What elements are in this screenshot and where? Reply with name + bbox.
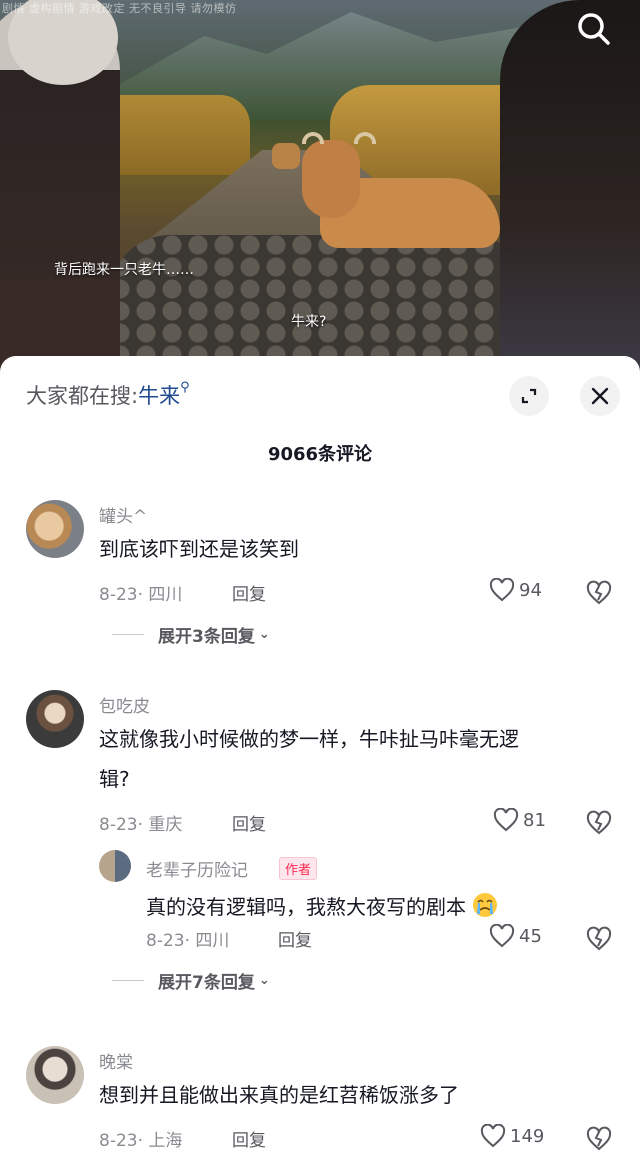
- chevron-down-icon: ⌄: [258, 973, 270, 988]
- like-button[interactable]: 149: [480, 1124, 544, 1148]
- video-subtitle: 牛来?: [291, 314, 327, 330]
- comment-text: 到底该吓到还是该笑到: [99, 537, 299, 561]
- dislike-button[interactable]: [585, 810, 613, 838]
- comment-username[interactable]: 包吃皮: [99, 692, 150, 717]
- person-figure: [500, 0, 640, 372]
- broken-heart-icon: [586, 926, 612, 951]
- close-button[interactable]: [580, 376, 620, 416]
- avatar[interactable]: [99, 850, 131, 882]
- like-count: 45: [519, 925, 542, 947]
- comment-count: 9066条评论: [267, 444, 373, 465]
- dislike-button[interactable]: [585, 1126, 613, 1154]
- dislike-button[interactable]: [585, 580, 613, 608]
- crying-face-emoji: [473, 893, 498, 917]
- heart-icon: [493, 808, 519, 832]
- trending-search-label: 大家都在搜:: [26, 384, 139, 408]
- comment-meta: 8-23· 上海: [99, 1131, 183, 1151]
- reply-button[interactable]: 回复: [232, 1126, 266, 1151]
- avatar[interactable]: [26, 1046, 84, 1104]
- comment-meta: 8-23· 重庆: [99, 815, 183, 835]
- search-icon: ⚲: [180, 380, 190, 395]
- trending-search-keyword[interactable]: 牛来: [138, 384, 180, 408]
- like-count: 81: [523, 809, 546, 831]
- comment-username[interactable]: 晚棠: [99, 1048, 133, 1073]
- dislike-button[interactable]: [585, 926, 613, 954]
- heart-icon: [489, 578, 515, 602]
- broken-heart-icon: [586, 810, 612, 835]
- expand-replies-label: 展开3条回复: [158, 627, 255, 647]
- old-man-figure: [0, 0, 120, 372]
- author-badge: 作者: [279, 857, 318, 880]
- like-count: 149: [510, 1125, 545, 1147]
- chevron-down-icon: ⌄: [258, 627, 270, 642]
- expand-button[interactable]: [509, 376, 549, 416]
- reply-button[interactable]: 回复: [278, 926, 312, 951]
- heart-icon: [489, 924, 515, 948]
- comment-text-line: 辑?: [99, 767, 130, 791]
- like-button[interactable]: 81: [493, 808, 546, 832]
- reply-button[interactable]: 回复: [232, 810, 266, 835]
- comment-text: 想到并且能做出来真的是红苕稀饭涨多了: [99, 1083, 459, 1107]
- like-count: 94: [519, 579, 542, 601]
- reply-text-content: 真的没有逻辑吗，我熬大夜写的剧本: [146, 895, 466, 919]
- turtle-shells: [110, 235, 530, 372]
- close-icon: [591, 387, 609, 405]
- expand-replies-label: 展开7条回复: [158, 973, 255, 993]
- reply-button[interactable]: 回复: [232, 580, 266, 605]
- search-button[interactable]: [575, 10, 613, 48]
- video-subtitle: 背后跑来一只老牛……: [54, 262, 194, 278]
- like-button[interactable]: 45: [489, 924, 542, 948]
- expand-replies[interactable]: 展开7条回复 ⌄: [112, 968, 270, 993]
- video-watermark: 剧情 虚构剧情 游戏改定 无不良引导 请勿模仿: [2, 2, 237, 15]
- video-player[interactable]: 剧情 虚构剧情 游戏改定 无不良引导 请勿模仿 背后跑来一只老牛…… 牛来?: [0, 0, 640, 372]
- avatar[interactable]: [26, 500, 84, 558]
- comment-meta: 8-23· 四川: [99, 585, 183, 605]
- reply-username[interactable]: 老辈子历险记: [146, 856, 248, 881]
- comment-sheet: 大家都在搜:牛来⚲ 9066条评论 罐头^ 到底该吓到还是该笑到 8-23· 四…: [0, 356, 640, 1164]
- broken-heart-icon: [586, 1126, 612, 1151]
- heart-icon: [480, 1124, 506, 1148]
- broken-heart-icon: [586, 580, 612, 605]
- trending-search[interactable]: 大家都在搜:牛来⚲: [26, 380, 190, 410]
- reply-meta: 8-23· 四川: [146, 931, 230, 951]
- like-button[interactable]: 94: [489, 578, 542, 602]
- cow: [290, 132, 500, 250]
- comment-text-line: 这就像我小时候做的梦一样，牛咔扯马咔毫无逻: [99, 727, 519, 751]
- expand-icon: [521, 388, 537, 404]
- reply-text: 真的没有逻辑吗，我熬大夜写的剧本: [146, 890, 498, 924]
- comment-username[interactable]: 罐头^: [99, 502, 147, 527]
- search-icon: [578, 13, 610, 45]
- expand-replies[interactable]: 展开3条回复 ⌄: [112, 622, 270, 647]
- avatar[interactable]: [26, 690, 84, 748]
